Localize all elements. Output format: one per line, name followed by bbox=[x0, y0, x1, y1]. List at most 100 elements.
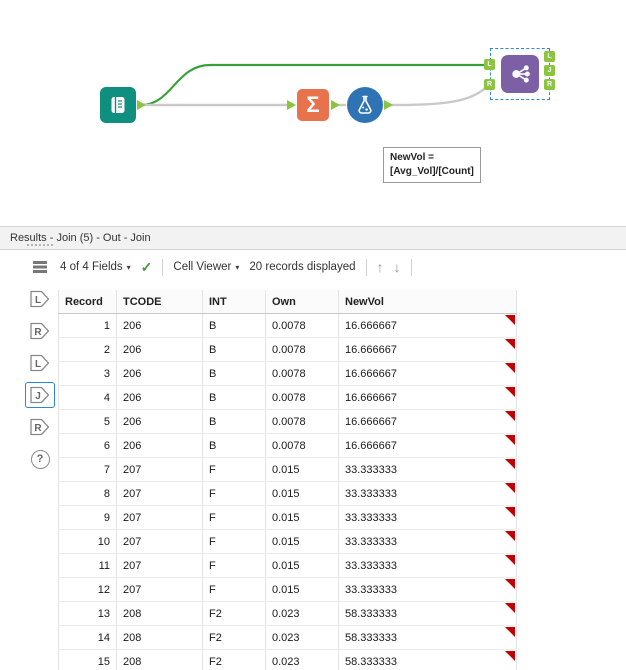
fields-dropdown[interactable]: 4 of 4 Fields ▾ bbox=[60, 261, 131, 273]
table-cell[interactable]: F bbox=[202, 505, 266, 530]
join-output-anchor-L[interactable]: L bbox=[544, 51, 555, 62]
table-cell[interactable]: 207 bbox=[116, 481, 203, 506]
table-cell[interactable]: F bbox=[202, 529, 266, 554]
help-button[interactable]: ? bbox=[25, 446, 55, 472]
table-cell[interactable]: 33.333333 bbox=[338, 457, 517, 482]
table-cell[interactable]: 1 bbox=[58, 313, 117, 338]
table-cell[interactable]: 33.333333 bbox=[338, 553, 517, 578]
cell-viewer-dropdown[interactable]: Cell Viewer ▾ bbox=[173, 261, 239, 273]
table-cell[interactable]: 16.666667 bbox=[338, 409, 517, 434]
table-cell[interactable]: 0.0078 bbox=[265, 385, 339, 410]
table-cell[interactable]: B bbox=[202, 433, 266, 458]
output-anchor-button-L[interactable]: L bbox=[25, 350, 55, 376]
column-header-own[interactable]: Own bbox=[265, 290, 339, 314]
table-cell[interactable]: 16.666667 bbox=[338, 433, 517, 458]
input-anchor-icon[interactable] bbox=[287, 100, 296, 110]
table-cell[interactable]: 3 bbox=[58, 361, 117, 386]
join-tool[interactable] bbox=[501, 55, 539, 93]
join-output-anchor-R[interactable]: R bbox=[544, 79, 555, 90]
table-cell[interactable]: 5 bbox=[58, 409, 117, 434]
table-cell[interactable]: 207 bbox=[116, 505, 203, 530]
table-cell[interactable]: 206 bbox=[116, 385, 203, 410]
table-cell[interactable]: 7 bbox=[58, 457, 117, 482]
table-cell[interactable]: 16.666667 bbox=[338, 313, 517, 338]
table-cell[interactable]: 207 bbox=[116, 577, 203, 602]
join-input-anchor-R[interactable]: R bbox=[484, 79, 495, 90]
table-cell[interactable]: F2 bbox=[202, 601, 266, 626]
table-cell[interactable]: 0.0078 bbox=[265, 313, 339, 338]
table-cell[interactable]: 206 bbox=[116, 337, 203, 362]
table-cell[interactable]: 14 bbox=[58, 625, 117, 650]
wire-formula-to-join-R[interactable] bbox=[384, 84, 490, 107]
table-cell[interactable]: 4 bbox=[58, 385, 117, 410]
apply-check-icon[interactable]: ✓ bbox=[141, 259, 153, 276]
table-cell[interactable]: 0.015 bbox=[265, 553, 339, 578]
drag-handle-icon[interactable] bbox=[27, 244, 53, 248]
table-cell[interactable]: 208 bbox=[116, 601, 203, 626]
table-cell[interactable]: 58.333333 bbox=[338, 625, 517, 650]
table-cell[interactable]: 0.015 bbox=[265, 577, 339, 602]
table-row[interactable]: 8 207 F 0.015 33.333333 bbox=[58, 481, 517, 506]
table-cell[interactable]: 0.023 bbox=[265, 649, 339, 670]
table-cell[interactable]: F bbox=[202, 553, 266, 578]
table-cell[interactable]: 0.015 bbox=[265, 529, 339, 554]
table-cell[interactable]: 208 bbox=[116, 649, 203, 670]
table-cell[interactable]: 0.0078 bbox=[265, 409, 339, 434]
table-cell[interactable]: 207 bbox=[116, 529, 203, 554]
table-cell[interactable]: 208 bbox=[116, 625, 203, 650]
formula-tool[interactable] bbox=[347, 87, 383, 123]
output-anchor-button-R[interactable]: R bbox=[25, 414, 55, 440]
table-cell[interactable]: 12 bbox=[58, 577, 117, 602]
table-cell[interactable]: F2 bbox=[202, 649, 266, 670]
table-cell[interactable]: 33.333333 bbox=[338, 481, 517, 506]
table-cell[interactable]: 16.666667 bbox=[338, 385, 517, 410]
table-cell[interactable]: B bbox=[202, 313, 266, 338]
table-row[interactable]: 1 206 B 0.0078 16.666667 bbox=[58, 313, 517, 338]
column-header-record[interactable]: Record bbox=[58, 290, 117, 314]
table-cell[interactable]: 33.333333 bbox=[338, 577, 517, 602]
table-cell[interactable]: B bbox=[202, 337, 266, 362]
column-header-tcode[interactable]: TCODE bbox=[116, 290, 203, 314]
table-cell[interactable]: 0.015 bbox=[265, 505, 339, 530]
table-row[interactable]: 14 208 F2 0.023 58.333333 bbox=[58, 625, 517, 650]
table-row[interactable]: 5 206 B 0.0078 16.666667 bbox=[58, 409, 517, 434]
input-anchor-button-L[interactable]: L bbox=[25, 286, 55, 312]
join-output-anchor-J[interactable]: J bbox=[544, 65, 555, 76]
summarize-tool[interactable]: Σ bbox=[297, 89, 329, 121]
table-cell[interactable]: 207 bbox=[116, 457, 203, 482]
table-cell[interactable]: 0.015 bbox=[265, 481, 339, 506]
table-row[interactable]: 4 206 B 0.0078 16.666667 bbox=[58, 385, 517, 410]
table-cell[interactable]: B bbox=[202, 409, 266, 434]
table-cell[interactable]: B bbox=[202, 385, 266, 410]
join-input-anchor-L[interactable]: L bbox=[484, 59, 495, 70]
table-row[interactable]: 15 208 F2 0.023 58.333333 bbox=[58, 649, 517, 670]
table-row[interactable]: 11 207 F 0.015 33.333333 bbox=[58, 553, 517, 578]
table-row[interactable]: 13 208 F2 0.023 58.333333 bbox=[58, 601, 517, 626]
data-grid-button[interactable] bbox=[25, 254, 55, 280]
table-row[interactable]: 12 207 F 0.015 33.333333 bbox=[58, 577, 517, 602]
table-cell[interactable]: 0.023 bbox=[265, 625, 339, 650]
workflow-canvas[interactable]: Σ L R L J R NewVol = [Avg_Vol]/[Count] bbox=[0, 0, 626, 226]
table-cell[interactable]: 0.0078 bbox=[265, 337, 339, 362]
column-header-int[interactable]: INT bbox=[202, 290, 266, 314]
table-cell[interactable]: 33.333333 bbox=[338, 505, 517, 530]
table-cell[interactable]: 206 bbox=[116, 361, 203, 386]
table-cell[interactable]: F bbox=[202, 481, 266, 506]
table-cell[interactable]: 11 bbox=[58, 553, 117, 578]
arrow-up-icon[interactable]: ↑ bbox=[377, 259, 384, 275]
table-cell[interactable]: 0.023 bbox=[265, 601, 339, 626]
table-cell[interactable]: 206 bbox=[116, 313, 203, 338]
table-cell[interactable]: 10 bbox=[58, 529, 117, 554]
table-cell[interactable]: 207 bbox=[116, 553, 203, 578]
input-anchor-button-R[interactable]: R bbox=[25, 318, 55, 344]
column-header-newvol[interactable]: NewVol bbox=[338, 290, 517, 314]
table-cell[interactable]: 2 bbox=[58, 337, 117, 362]
output-anchor-icon[interactable] bbox=[137, 100, 146, 110]
table-cell[interactable]: F bbox=[202, 577, 266, 602]
table-row[interactable]: 3 206 B 0.0078 16.666667 bbox=[58, 361, 517, 386]
table-cell[interactable]: 33.333333 bbox=[338, 529, 517, 554]
table-cell[interactable]: 0.0078 bbox=[265, 433, 339, 458]
table-cell[interactable]: 58.333333 bbox=[338, 601, 517, 626]
table-cell[interactable]: 13 bbox=[58, 601, 117, 626]
table-cell[interactable]: 16.666667 bbox=[338, 361, 517, 386]
